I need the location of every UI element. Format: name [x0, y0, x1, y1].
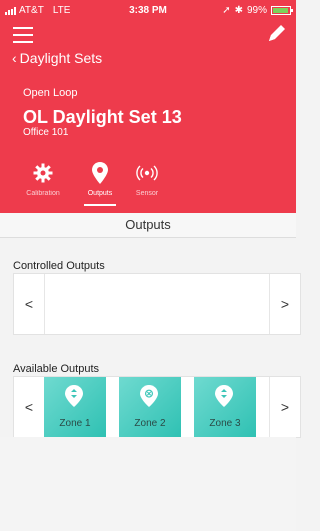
battery-cap [291, 9, 293, 12]
controlled-prev-button[interactable]: < [14, 274, 45, 334]
zone-pin-icon [140, 385, 158, 407]
available-next-button[interactable]: > [269, 377, 300, 437]
battery-fill [273, 8, 288, 13]
tab-calibration-label: Calibration [26, 190, 60, 197]
zone-label: Zone 3 [209, 418, 241, 429]
controlled-outputs-label: Controlled Outputs [13, 260, 105, 272]
active-tab-indicator [84, 204, 116, 206]
location-arrow-icon: ➚ [222, 5, 231, 16]
controlled-next-button[interactable]: > [269, 274, 300, 334]
zone-label: Zone 1 [59, 418, 91, 429]
chevron-left-icon: ‹ [12, 50, 17, 66]
gear-icon [33, 163, 53, 183]
zone-tile-3[interactable]: Zone 3 [194, 377, 256, 437]
section-title: Outputs [0, 213, 296, 238]
zone-list: Zone 1 Zone 2 Zone 3 [44, 377, 270, 437]
zone-tile-2[interactable]: Zone 2 [119, 377, 181, 437]
available-outputs-carousel: < Zone 1 Zone 2 Zone 3 > [13, 376, 301, 438]
pencil-icon[interactable] [266, 22, 288, 44]
header: AT&T LTE 3:38 PM ➚ ✱ 99% ‹ Daylight Sets… [0, 0, 296, 213]
battery-icon [271, 6, 293, 15]
page-subtitle: Office 101 [23, 127, 69, 138]
back-link[interactable]: ‹ Daylight Sets [12, 50, 102, 66]
status-right: ➚ ✱ 99% [222, 5, 293, 16]
tab-sensor-label: Sensor [135, 190, 159, 197]
bluetooth-icon: ✱ [234, 5, 243, 16]
zone-tile-1[interactable]: Zone 1 [44, 377, 106, 437]
empty-content-area [0, 437, 296, 531]
zone-pin-icon [65, 385, 83, 407]
broadcast-icon [136, 165, 158, 181]
tab-bar: Calibration Outputs Sensor [0, 162, 296, 210]
zone-label: Zone 2 [134, 418, 166, 429]
available-prev-button[interactable]: < [14, 377, 45, 437]
status-bar: AT&T LTE 3:38 PM ➚ ✱ 99% [0, 0, 296, 18]
controlled-outputs-carousel: < > [13, 273, 301, 335]
back-label: Daylight Sets [19, 50, 103, 66]
loop-type: Open Loop [23, 87, 78, 99]
hamburger-menu-icon[interactable] [13, 27, 33, 43]
available-outputs-label: Available Outputs [13, 363, 100, 375]
zone-pin-icon [215, 385, 233, 407]
page-title: OL Daylight Set 13 [23, 107, 182, 127]
tab-calibration[interactable]: Calibration [15, 162, 71, 208]
tab-sensor[interactable]: Sensor [119, 162, 175, 208]
battery-text: 99% [246, 5, 267, 16]
location-pin-icon [92, 162, 108, 184]
